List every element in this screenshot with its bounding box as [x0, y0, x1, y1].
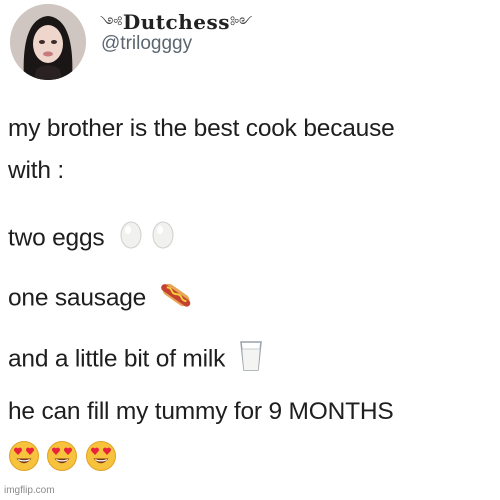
egg-icon [117, 220, 177, 258]
tweet-line: my brother is the best cook because [8, 115, 395, 142]
user-handle[interactable]: @trilogggy [101, 33, 192, 55]
watermark: imgflip.com [4, 485, 55, 496]
avatar[interactable] [10, 4, 86, 80]
ornament-left-icon: ༺ [100, 15, 123, 31]
tweet-line: he can fill my tummy for 9 MONTHS [8, 398, 394, 425]
heart-eyes-face-icon [85, 440, 117, 477]
hot-dog-icon [159, 280, 193, 318]
tweet-line: with : [8, 157, 64, 184]
item-text: two eggs [8, 224, 105, 252]
emoji-row [8, 440, 119, 480]
glass-of-milk-icon [238, 340, 264, 380]
ornament-right-icon: ༻ [230, 15, 253, 31]
avatar-portrait-icon [10, 4, 86, 80]
heart-eyes-face-icon [8, 440, 40, 477]
tweet-line-milk: and a little bit of milk [8, 340, 264, 380]
display-name-text: Dutchess [122, 10, 230, 34]
item-text: and a little bit of milk [8, 345, 226, 373]
tweet-line-sausage: one sausage [8, 280, 193, 318]
heart-eyes-face-icon [46, 440, 78, 477]
item-text: one sausage [8, 284, 147, 312]
tweet-line-eggs: two eggs [8, 220, 177, 258]
tweet-card: ༺Dutchess༻ @trilogggy my brother is the … [0, 0, 500, 500]
